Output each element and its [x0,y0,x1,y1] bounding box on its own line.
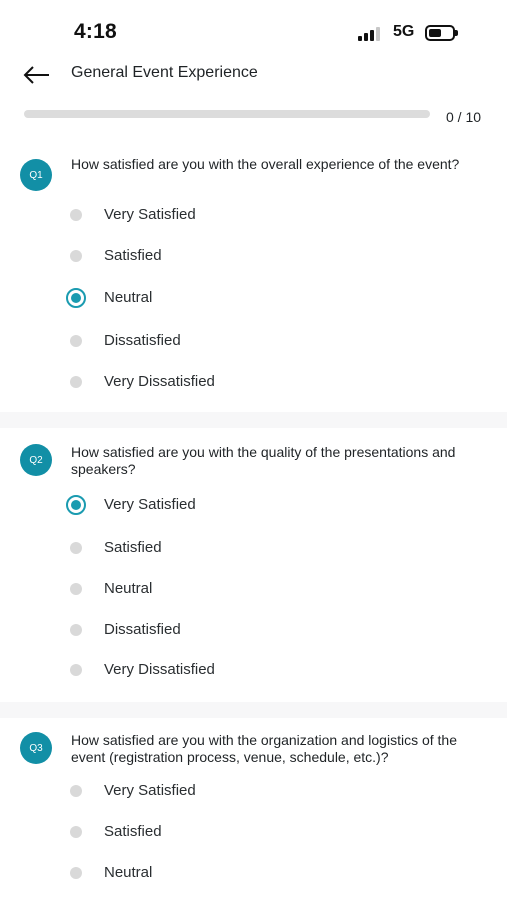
option-neutral[interactable]: Neutral [64,574,444,604]
radio-button[interactable] [70,785,82,797]
radio-button[interactable] [66,495,86,515]
question-text: How satisfied are you with the organizat… [71,732,457,765]
option-very-satisfied[interactable]: Very Satisfied [64,776,444,806]
option-label: Satisfied [104,539,162,556]
radio-button[interactable] [70,250,82,262]
status-time: 4:18 [74,20,117,43]
option-dissatisfied[interactable]: Dissatisfied [64,615,444,645]
option-dissatisfied[interactable]: Dissatisfied [64,326,444,356]
option-very-dissatisfied[interactable]: Very Dissatisfied [64,367,444,397]
section-divider [0,702,507,718]
section-divider [0,412,507,428]
option-label: Very Dissatisfied [104,373,215,390]
option-label: Very Dissatisfied [104,661,215,678]
signal-bars-icon [358,27,384,41]
radio-button[interactable] [70,583,82,595]
back-button[interactable] [22,62,52,88]
radio-button[interactable] [70,335,82,347]
option-neutral[interactable]: Neutral [64,283,444,313]
status-bar: 4:18 5G [0,0,507,60]
option-label: Neutral [104,864,153,881]
option-label: Satisfied [104,247,162,264]
option-very-satisfied[interactable]: Very Satisfied [64,490,444,520]
network-label: 5G [393,23,415,40]
radio-button[interactable] [70,624,82,636]
arrow-left-icon [23,66,49,84]
battery-icon [425,25,458,41]
option-label: Neutral [104,289,153,306]
option-label: Satisfied [104,823,162,840]
radio-button[interactable] [70,867,82,879]
option-label: Very Satisfied [104,782,196,799]
header: General Event Experience [0,58,507,92]
progress-text: 0 / 10 [446,109,482,125]
option-satisfied[interactable]: Satisfied [64,817,444,847]
option-satisfied[interactable]: Satisfied [64,533,444,563]
option-very-satisfied[interactable]: Very Satisfied [64,200,444,230]
option-label: Dissatisfied [104,621,181,638]
question-text: How satisfied are you with the quality o… [71,444,456,477]
question-badge: Q3 [20,732,52,764]
radio-button[interactable] [70,542,82,554]
option-satisfied[interactable]: Satisfied [64,241,444,271]
question-text: How satisfied are you with the overall e… [71,156,460,172]
radio-button[interactable] [70,826,82,838]
radio-button[interactable] [70,664,82,676]
question-badge: Q2 [20,444,52,476]
radio-button[interactable] [70,209,82,221]
option-label: Neutral [104,580,153,597]
option-label: Dissatisfied [104,332,181,349]
page-title: General Event Experience [71,64,258,81]
radio-button[interactable] [66,288,86,308]
option-label: Very Satisfied [104,496,196,513]
option-neutral[interactable]: Neutral [64,858,444,888]
radio-button[interactable] [70,376,82,388]
question-badge: Q1 [20,159,52,191]
progress-bar [24,110,430,118]
option-label: Very Satisfied [104,206,196,223]
option-very-dissatisfied[interactable]: Very Dissatisfied [64,655,444,685]
